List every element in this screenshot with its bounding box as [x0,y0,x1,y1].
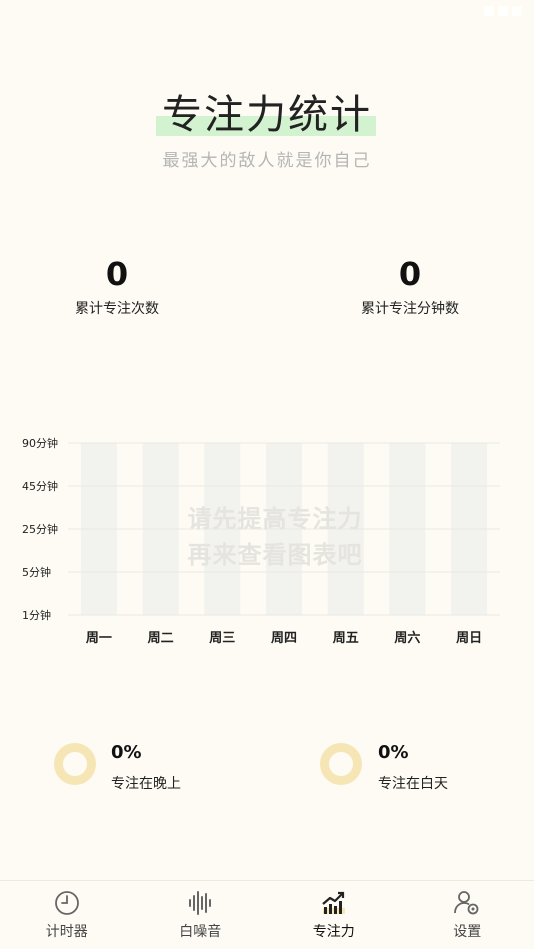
day-percent: 0% [378,742,409,763]
y-tick-label: 5分钟 [22,565,51,579]
x-tick-label: 周五 [333,631,359,646]
x-tick-label: 周一 [86,631,112,646]
stat-total-sessions: 0 累计专注次数 [17,254,217,318]
x-tick-label: 周日 [456,631,482,646]
y-tick-label: 1分钟 [22,608,51,622]
tab-focus-label: 专注力 [312,924,355,940]
x-tick-label: 周二 [148,631,174,646]
weekly-focus-chart: 周一 周二 周三 周四 周五 周六 周日 1分钟 5分钟 25分钟 45分钟 90分钟 请先提高专注力… [0,425,534,655]
bottom-tab-bar: 计时器 白噪音 专注力 设置 [0,880,534,949]
user-settings-icon [454,891,479,915]
y-tick-label: 25分钟 [22,522,58,536]
clock-icon [54,891,79,915]
stat-total-minutes-value: 0 [398,255,422,293]
chart-empty-message-line2: 再来查看图表吧 [187,541,363,569]
x-tick-label: 周六 [394,630,420,646]
night-ring-icon [54,743,96,785]
wifi-icon [484,6,494,16]
day-label: 专注在白天 [378,776,448,792]
battery-icon [512,6,522,16]
chart-empty-message-line1: 请先提高专注力 [187,505,363,533]
tab-timer[interactable]: 计时器 [0,881,134,949]
page-subtitle: 最强大的敌人就是你自己 [162,151,372,171]
sound-wave-icon [189,891,212,915]
page-title: 专注力统计 [156,82,376,140]
tab-timer-label: 计时器 [45,924,88,940]
stat-total-minutes-label: 累计专注分钟数 [361,301,459,317]
tab-focus[interactable]: 专注力 [267,881,401,949]
x-tick-label: 周四 [271,631,297,646]
tab-white-noise[interactable]: 白噪音 [134,881,268,949]
chart-empty-message: 请先提高专注力 再来查看图表吧 [90,501,460,573]
stat-total-minutes: 0 累计专注分钟数 [310,254,510,318]
page-title-wrap: 专注力统计 [0,82,534,140]
tab-settings-label: 设置 [453,924,482,940]
day-ring-icon [320,743,362,785]
tab-white-noise-label: 白噪音 [179,924,222,940]
tab-settings[interactable]: 设置 [401,881,534,949]
stat-total-sessions-value: 0 [105,255,129,293]
signal-icon [498,6,508,16]
y-tick-label: 90分钟 [22,436,58,450]
stat-total-sessions-label: 累计专注次数 [75,301,159,317]
chart-trend-icon [322,891,345,914]
night-percent: 0% [111,742,142,763]
y-tick-label: 45分钟 [22,479,58,493]
x-tick-label: 周三 [209,631,235,646]
status-icons [484,6,522,16]
night-label: 专注在晚上 [111,776,181,792]
page-title-text: 专注力统计 [162,92,372,138]
status-bar [0,0,534,28]
